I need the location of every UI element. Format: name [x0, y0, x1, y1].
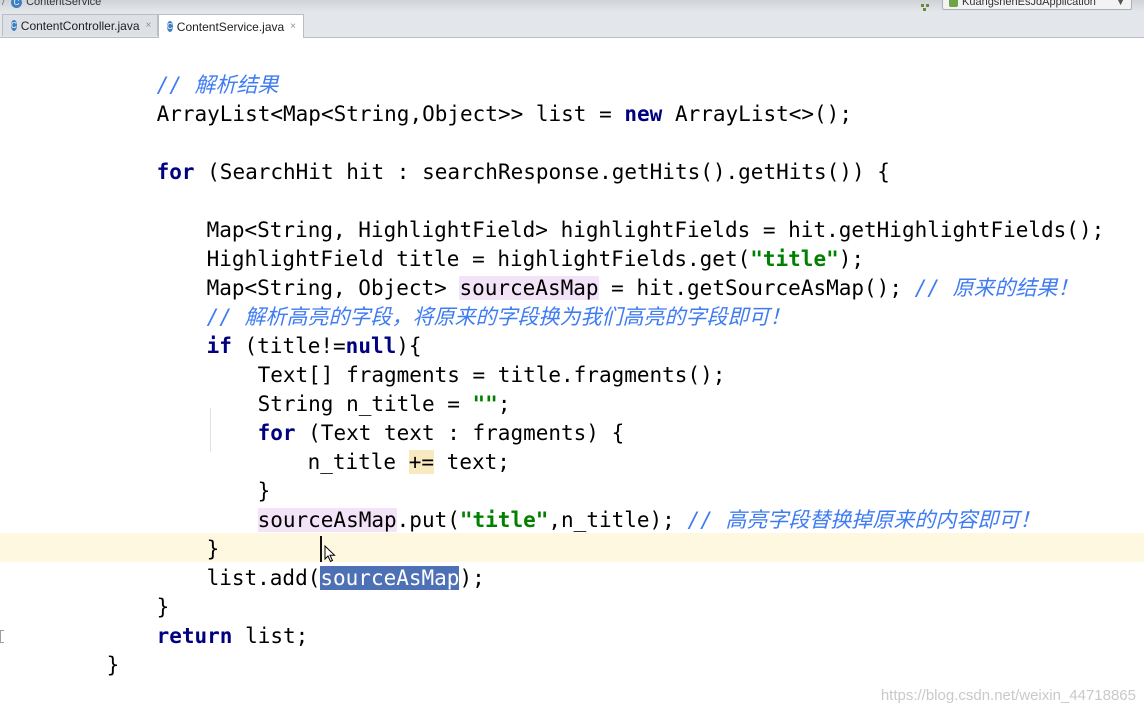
code-line[interactable]: } — [56, 622, 120, 677]
code-line[interactable]: n_title += text; — [257, 419, 510, 474]
code-line[interactable]: Text[] fragments = title.fragments(); — [207, 332, 726, 387]
run-configuration-icon — [949, 0, 958, 7]
code-line[interactable]: // 解析高亮的字段，将原来的字段换为我们高亮的字段即可！ — [156, 274, 791, 329]
code-token: ArrayList<>(); — [662, 102, 852, 126]
class-icon: C — [11, 0, 23, 8]
breadcrumb[interactable]: / C ContentService — [2, 0, 101, 9]
class-icon: C — [11, 20, 17, 31]
watermark: https://blog.csdn.net/weixin_44718865 — [880, 687, 1136, 704]
code-token: text; — [434, 450, 510, 474]
operator-highlight: += — [408, 450, 435, 474]
code-keyword: new — [624, 102, 663, 126]
navigation-bar: / C ContentService KuangshenEsJdApplicat… — [0, 0, 1144, 12]
text-selection[interactable]: sourceAsMap — [320, 566, 460, 590]
code-line[interactable]: // 解析结果 — [106, 42, 279, 97]
tab-label: ContentController.java — [20, 18, 140, 33]
code-keyword: for — [156, 160, 195, 184]
code-line[interactable]: for (SearchHit hit : searchResponse.getH… — [106, 129, 890, 184]
code-token: ); — [459, 566, 485, 590]
code-line[interactable]: ArrayList<Map<String,Object>> list = new… — [106, 71, 852, 126]
class-icon: C — [167, 21, 173, 32]
code-line[interactable]: String n_title = ""; — [207, 361, 511, 416]
variable-usage-highlight: sourceAsMap — [257, 508, 397, 532]
code-token: ArrayList<Map<String,Object>> list = — [156, 102, 625, 126]
code-line[interactable]: for (Text text : fragments) { — [207, 390, 625, 445]
run-configuration-select[interactable]: KuangshenEsJdApplication ▼ — [942, 0, 1132, 10]
code-editor[interactable]: // 解析结果 ArrayList<Map<String,Object>> li… — [0, 38, 1144, 712]
editor-tab-bar: C ContentController.java × C ContentServ… — [0, 12, 1144, 38]
breadcrumb-separator: / — [2, 0, 6, 8]
code-line[interactable]: HighlightField title = highlightFields.g… — [156, 216, 864, 271]
close-icon[interactable]: × — [290, 21, 296, 32]
code-token: (SearchHit hit : searchResponse.getHits(… — [194, 160, 890, 184]
structure-icon[interactable] — [920, 0, 930, 11]
code-line[interactable]: } — [207, 448, 271, 503]
code-line[interactable]: } — [156, 506, 220, 561]
chevron-down-icon: ▼ — [1116, 0, 1125, 7]
tab-content-controller[interactable]: C ContentController.java × — [2, 14, 158, 36]
code-comment: // 原来的结果！ — [914, 276, 1079, 300]
code-token: } — [106, 653, 120, 677]
breadcrumb-item[interactable]: ContentService — [26, 0, 101, 8]
code-line[interactable]: return list; — [106, 593, 309, 648]
code-token: n_title — [307, 450, 409, 474]
fold-marker-icon[interactable] — [0, 630, 4, 643]
code-line[interactable]: sourceAsMap.put("title",n_title); // 高亮字… — [207, 477, 1040, 532]
code-token: ,n_title); — [548, 508, 688, 532]
code-keyword: return — [156, 624, 233, 648]
code-line[interactable]: Map<String, Object> sourceAsMap = hit.ge… — [156, 245, 1079, 300]
tab-content-service[interactable]: C ContentService.java × — [158, 14, 304, 38]
code-line[interactable]: Map<String, HighlightField> highlightFie… — [156, 187, 1105, 242]
code-token: list.add( — [206, 566, 321, 590]
text-cursor — [320, 536, 322, 562]
code-comment: // 高亮字段替换掉原来的内容即可！ — [687, 508, 1041, 532]
code-line[interactable]: } — [106, 564, 170, 619]
tab-label: ContentService.java — [176, 19, 285, 34]
code-line[interactable]: if (title!=null){ — [156, 303, 422, 358]
close-icon[interactable]: × — [146, 20, 152, 31]
run-configuration-label: KuangshenEsJdApplication — [962, 0, 1096, 8]
code-token: list; — [232, 624, 309, 648]
code-string: "title" — [459, 508, 549, 532]
code-token: .put( — [396, 508, 460, 532]
